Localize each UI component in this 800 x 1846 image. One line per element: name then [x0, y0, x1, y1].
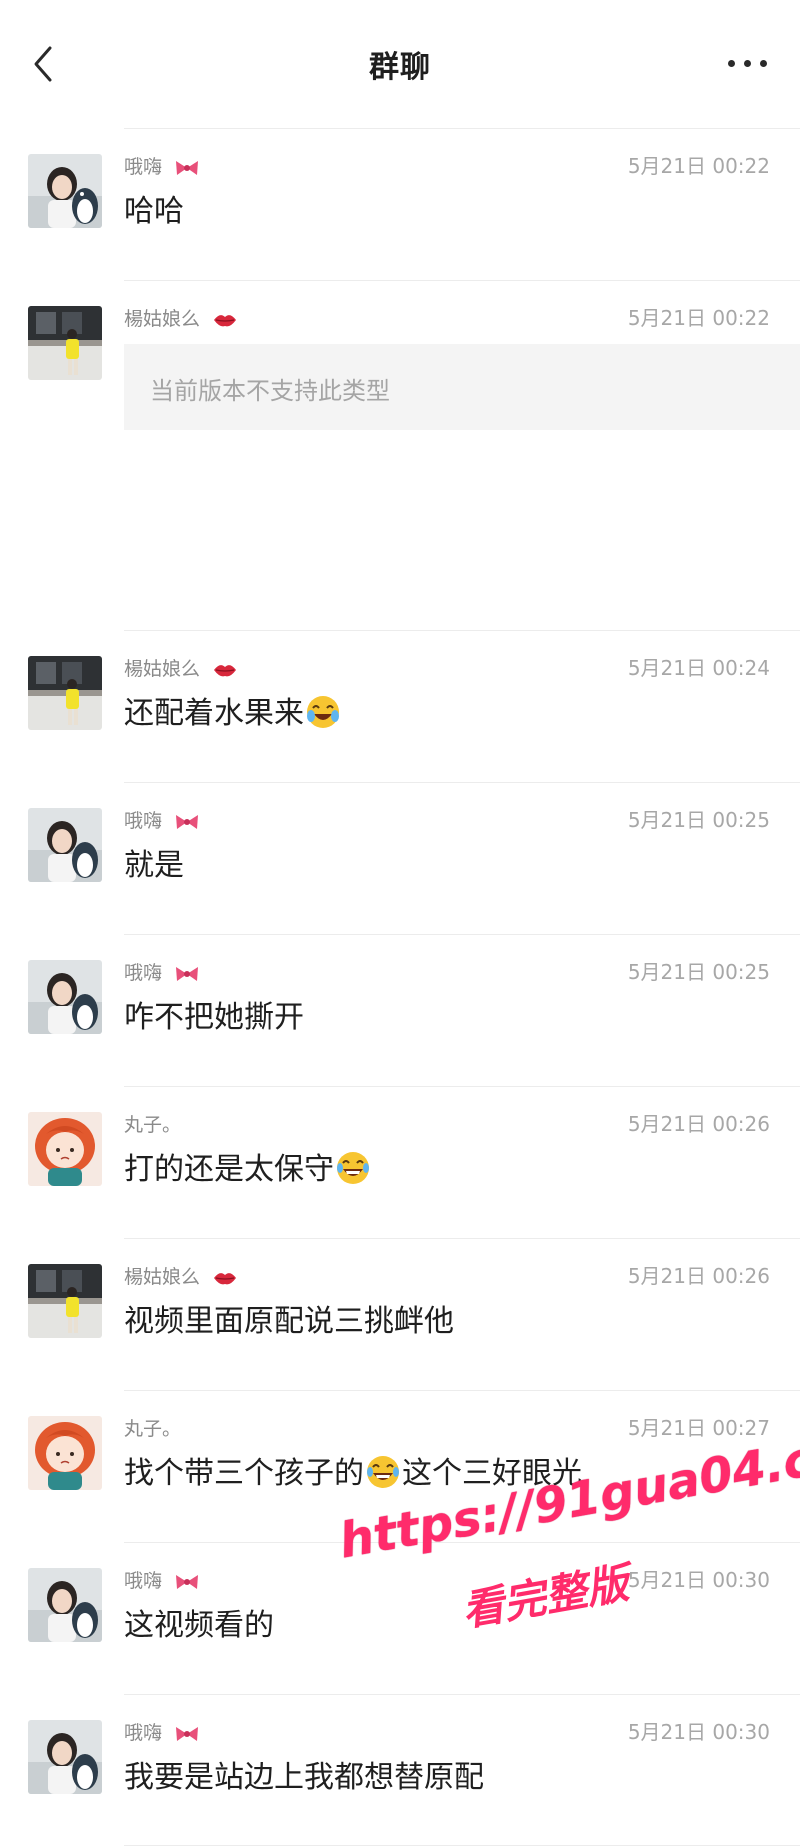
message-time: 5月21日 00:30: [627, 1568, 770, 1592]
message-time: 5月21日 00:27: [627, 1416, 770, 1440]
avatar[interactable]: [28, 306, 102, 380]
joy-emoji: [337, 1152, 369, 1184]
message-text: 还配着水果来: [124, 688, 342, 732]
avatar[interactable]: [28, 1264, 102, 1338]
top-bar: 群聊: [0, 0, 800, 128]
message-time: 5月21日 00:24: [627, 656, 770, 680]
message-time: 5月21日 00:25: [627, 960, 770, 984]
message-text: 打的还是太保守: [124, 1144, 372, 1188]
message-item: 哦嗨 5月21日 00:30 这视频看的: [0, 1542, 800, 1694]
message-time: 5月21日 00:22: [627, 154, 770, 178]
message-time: 5月21日 00:26: [627, 1112, 770, 1136]
divider: [124, 934, 800, 935]
sender-name: 哦嗨: [124, 1566, 200, 1593]
divider: [124, 1542, 800, 1543]
divider: [124, 630, 800, 631]
sender-name: 楊姑娘么: [124, 1262, 238, 1289]
message-text: 找个带三个孩子的 这个三好眼光: [124, 1456, 582, 1491]
message-text: 这视频看的: [124, 1608, 274, 1643]
message-text: 视频里面原配说三挑衅他: [124, 1304, 454, 1339]
avatar[interactable]: [28, 1416, 102, 1490]
message-item: 楊姑娘么 5月21日 00:22 当前版本不支持此类型: [0, 280, 800, 630]
lips-icon: [214, 664, 237, 676]
avatar[interactable]: [28, 1720, 102, 1794]
message-item: 丸子。 5月21日 00:26 打的还是太保守: [0, 1086, 800, 1238]
message-item: 哦嗨 5月21日 00:25 咋不把她撕开: [0, 934, 800, 1086]
lips-icon: [214, 1272, 237, 1284]
avatar[interactable]: [28, 154, 102, 228]
more-dots-icon: [728, 60, 735, 67]
message-text: 我要是站边上我都想替原配: [124, 1760, 484, 1795]
divider: [124, 1694, 800, 1695]
more-button[interactable]: [726, 52, 770, 72]
sender-name: 楊姑娘么: [124, 654, 238, 681]
avatar[interactable]: [28, 1112, 102, 1186]
message-item: 哦嗨 5月21日 00:30 我要是站边上我都想替原配: [0, 1694, 800, 1846]
sender-name: 哦嗨: [124, 958, 200, 985]
unsupported-message-text: 当前版本不支持此类型: [150, 377, 390, 405]
bow-icon: [176, 814, 199, 829]
laugh-cry-emoji: [307, 696, 339, 728]
divider: [124, 280, 800, 281]
avatar[interactable]: [28, 808, 102, 882]
sender-name: 哦嗨: [124, 152, 200, 179]
message-time: 5月21日 00:26: [627, 1264, 770, 1288]
message-item: 楊姑娘么 5月21日 00:24 还配着水果来: [0, 630, 800, 782]
avatar[interactable]: [28, 1568, 102, 1642]
message-time: 5月21日 00:22: [627, 306, 770, 330]
message-item: 哦嗨 5月21日 00:22 哈哈: [0, 128, 800, 280]
sender-name: 丸子。: [124, 1418, 182, 1440]
message-item: 丸子。 5月21日 00:27 找个带三个孩子的 这个三好眼光: [0, 1390, 800, 1542]
unsupported-message-card[interactable]: 当前版本不支持此类型: [124, 344, 800, 430]
message-time: 5月21日 00:25: [627, 808, 770, 832]
message-item: 哦嗨 5月21日 00:25 就是: [0, 782, 800, 934]
message-text: 就是: [124, 848, 184, 883]
message-time: 5月21日 00:30: [627, 1720, 770, 1744]
sender-name: 哦嗨: [124, 806, 200, 833]
divider: [124, 782, 800, 783]
sender-name: 楊姑娘么: [124, 304, 238, 331]
message-item: 楊姑娘么 5月21日 00:26 视频里面原配说三挑衅他: [0, 1238, 800, 1390]
message-list: 哦嗨 5月21日 00:22 哈哈 楊姑娘么 5月21日 00:22 当前版本不…: [0, 128, 800, 1846]
bow-icon: [176, 966, 199, 981]
divider: [124, 1238, 800, 1239]
bow-icon: [176, 1574, 199, 1589]
sender-name: 哦嗨: [124, 1718, 200, 1745]
avatar[interactable]: [28, 656, 102, 730]
bow-icon: [176, 160, 199, 175]
page-title: 群聊: [369, 50, 431, 85]
bow-icon: [176, 1726, 199, 1741]
lips-icon: [214, 314, 237, 326]
joy-emoji: [367, 1456, 399, 1488]
sender-name: 丸子。: [124, 1114, 182, 1136]
divider: [124, 128, 800, 129]
divider: [124, 1086, 800, 1087]
avatar[interactable]: [28, 960, 102, 1034]
message-text: 咋不把她撕开: [124, 1000, 304, 1035]
message-text: 哈哈: [124, 194, 184, 229]
divider: [124, 1390, 800, 1391]
